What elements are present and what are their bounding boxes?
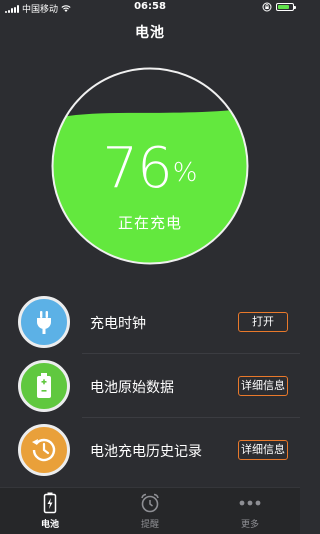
list-item-label: 充电时钟 xyxy=(90,316,146,332)
plug-icon xyxy=(18,296,70,348)
details-button[interactable]: 详细信息 xyxy=(238,376,288,396)
tab-bar: 电池 提醒 更多 xyxy=(0,487,300,534)
tab-more[interactable]: 更多 xyxy=(200,492,300,530)
list-item-charging-clock[interactable]: 充电时钟 打开 xyxy=(0,290,300,354)
charging-status: 正在充电 xyxy=(117,214,182,232)
tab-battery[interactable]: 电池 xyxy=(0,492,100,530)
battery-gauge: 76% 正在充电 xyxy=(50,66,250,266)
tab-label: 更多 xyxy=(240,520,259,530)
tab-reminder[interactable]: 提醒 xyxy=(100,492,200,530)
gauge-percent: 76% xyxy=(50,136,250,201)
more-dots-icon xyxy=(239,500,261,506)
alarm-clock-icon xyxy=(141,493,159,513)
open-button[interactable]: 打开 xyxy=(238,312,288,332)
rotation-lock-icon xyxy=(262,2,272,12)
tab-label: 提醒 xyxy=(140,520,159,530)
status-bar: 中国移动 06:58 xyxy=(0,0,300,16)
history-clock-icon xyxy=(18,424,70,476)
gauge-percent-value: 76 xyxy=(102,136,173,201)
page-title: 电池 xyxy=(135,25,165,41)
list-item-charging-history[interactable]: 电池充电历史记录 详细信息 xyxy=(0,418,300,482)
battery-status-fill xyxy=(278,5,289,9)
battery-tab-icon xyxy=(43,492,57,514)
tab-label: 电池 xyxy=(40,520,59,530)
status-right xyxy=(262,2,296,12)
battery-status-icon xyxy=(276,3,296,11)
details-button[interactable]: 详细信息 xyxy=(238,440,288,460)
battery-icon xyxy=(18,360,70,412)
list-item-battery-raw-data[interactable]: 电池原始数据 详细信息 xyxy=(0,354,300,418)
status-time: 06:58 xyxy=(134,1,166,12)
gauge-percent-unit: % xyxy=(172,158,198,188)
list-item-label: 电池充电历史记录 xyxy=(90,444,202,460)
list-item-label: 电池原始数据 xyxy=(90,380,174,396)
